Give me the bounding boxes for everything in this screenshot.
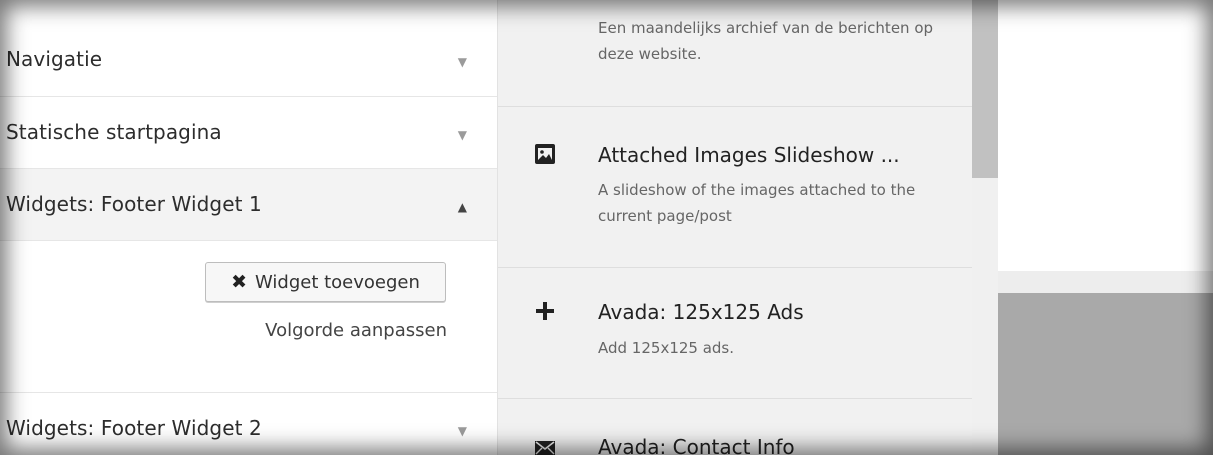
section-title: Widgets: Footer Widget 2	[6, 416, 262, 440]
widget-title: Avada: Contact Info	[598, 435, 795, 455]
chevron-down-icon: ▼	[457, 128, 467, 142]
widget-title: Avada: 125x125 Ads	[598, 300, 804, 324]
section-statische-startpagina[interactable]: Statische startpagina ▼	[0, 97, 497, 169]
widget-description: A slideshow of the images attached to th…	[598, 181, 916, 225]
reorder-link[interactable]: Volgorde aanpassen	[265, 320, 447, 341]
preview-footer	[998, 293, 1213, 455]
scrollbar-thumb[interactable]	[972, 0, 998, 178]
widget-item-archief[interactable]: Een maandelijks archief van de berichten…	[498, 0, 972, 107]
add-widget-label: Widget toevoegen	[255, 271, 420, 293]
available-widgets-panel: Een maandelijks archief van de berichten…	[498, 0, 972, 455]
widget-item-avada-contact-info[interactable]: Avada: Contact Info	[498, 399, 972, 455]
image-icon	[534, 143, 556, 165]
widget-item-avada-125x125-ads[interactable]: Avada: 125x125 Ads Add 125x125 ads.	[498, 268, 972, 399]
chevron-up-icon: ▲	[457, 200, 467, 214]
envelope-icon	[534, 437, 556, 455]
section-footer-widget-1[interactable]: Widgets: Footer Widget 1 ▲	[0, 169, 497, 241]
widget-title: Attached Images Slideshow ...	[598, 143, 900, 167]
section-footer-widget-2[interactable]: Widgets: Footer Widget 2 ▼	[0, 393, 497, 455]
section-navigatie[interactable]: Navigatie ▼	[0, 0, 497, 97]
customizer-sidebar: Navigatie ▼ Statische startpagina ▼ Widg…	[0, 0, 498, 455]
chevron-down-icon: ▼	[457, 55, 467, 69]
preview-divider	[998, 271, 1213, 293]
widget-description: Add 125x125 ads.	[598, 339, 735, 357]
widget-description: Een maandelijks archief van de berichten…	[598, 19, 934, 63]
preview-area	[998, 0, 1213, 271]
section-title: Statische startpagina	[6, 120, 222, 144]
add-widget-button[interactable]: ✖ Widget toevoegen	[205, 262, 446, 302]
section-title: Navigatie	[6, 47, 103, 71]
close-icon: ✖	[231, 271, 247, 293]
widget-item-attached-images-slideshow[interactable]: Attached Images Slideshow ... A slidesho…	[498, 107, 972, 268]
footer-widget-1-panel: ✖ Widget toevoegen Volgorde aanpassen	[0, 241, 497, 393]
section-title: Widgets: Footer Widget 1	[6, 192, 262, 216]
widgets-scrollbar[interactable]	[972, 0, 998, 455]
chevron-down-icon: ▼	[457, 424, 467, 438]
plus-icon	[534, 300, 556, 322]
customizer-screen: Navigatie ▼ Statische startpagina ▼ Widg…	[0, 0, 1213, 455]
